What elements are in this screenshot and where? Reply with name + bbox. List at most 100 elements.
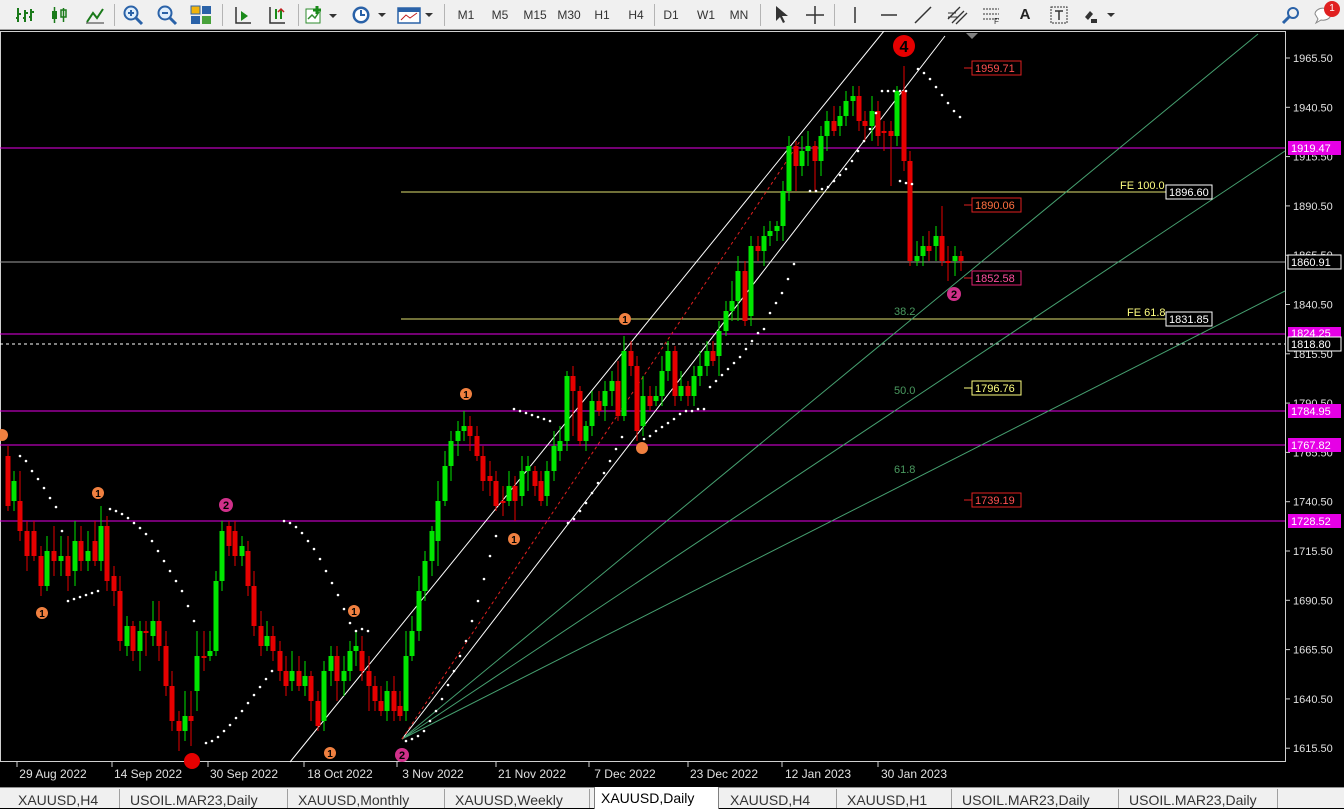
sar-dot — [910, 182, 914, 186]
chart-tab[interactable]: XAUUSD,Monthly — [292, 789, 445, 808]
timeframe-m5[interactable]: M5 — [484, 3, 516, 26]
timeframe-d1[interactable]: D1 — [656, 3, 686, 26]
sar-dot — [512, 407, 516, 411]
price-tick-label: 1640.50 — [1293, 694, 1333, 706]
candle-body — [672, 351, 678, 396]
sar-dot — [786, 277, 790, 281]
candle-body — [124, 626, 130, 646]
price-chart[interactable]: FE 100.0 FE 61.8 38.2 50.0 61.8 1 1 2 1 1 1 1 1… — [0, 31, 1344, 787]
sar-dot — [696, 407, 700, 411]
sar-dot — [42, 486, 46, 490]
horizontal-line-icon[interactable] — [876, 3, 902, 26]
date-tick-label: 29 Aug 2022 — [19, 767, 87, 781]
chart-tab[interactable]: USOIL.MAR23,Daily — [1123, 789, 1278, 808]
timeframe-m30[interactable]: M30 — [552, 3, 586, 26]
sar-dot — [488, 554, 492, 558]
line-chart-icon[interactable] — [82, 3, 108, 26]
candlesticks — [5, 66, 964, 751]
text-label-icon[interactable] — [1046, 3, 1072, 26]
sar-dot — [756, 331, 760, 335]
candle-body — [366, 671, 372, 686]
candle-body — [130, 626, 136, 651]
sar-dot — [470, 619, 474, 623]
candle-body — [359, 651, 365, 671]
candle-body — [232, 531, 238, 556]
fibonacci-icon[interactable]: F — [978, 3, 1004, 26]
autoscroll-icon[interactable] — [230, 3, 256, 26]
fibonacci-fan[interactable]: 38.2 50.0 61.8 — [401, 33, 1286, 740]
candle-body — [761, 236, 767, 251]
arrows-icon[interactable] — [1080, 3, 1118, 26]
date-tick-label: 18 Oct 2022 — [307, 767, 373, 781]
candle-body — [44, 551, 50, 586]
chart-canvas[interactable]: FE 100.0 FE 61.8 38.2 50.0 61.8 1 1 2 1 1 1 1 1… — [0, 31, 1344, 787]
sar-dot — [84, 593, 88, 597]
sar-dot — [898, 89, 902, 93]
text-icon[interactable]: A — [1012, 3, 1038, 26]
tile-windows-icon[interactable] — [188, 3, 214, 26]
clock-icon[interactable] — [350, 3, 388, 26]
chart-tab[interactable]: XAUUSD,H1 — [841, 789, 952, 808]
wave-marker — [184, 753, 200, 769]
indicator-icon[interactable] — [304, 3, 340, 26]
candle-body — [328, 656, 334, 671]
timeframe-h1[interactable]: H1 — [586, 3, 618, 26]
sar-dot — [820, 187, 824, 191]
sar-dot — [216, 735, 220, 739]
wave-marker-label: 1 — [39, 609, 45, 620]
crosshair-icon[interactable] — [802, 3, 828, 26]
sar-dot — [808, 189, 812, 193]
bar-chart-icon[interactable] — [12, 3, 38, 26]
search-icon[interactable] — [1280, 3, 1302, 26]
chart-tab[interactable]: XAUUSD,H4 — [12, 789, 120, 808]
sar-dot — [54, 505, 58, 509]
sar-dot — [318, 557, 322, 561]
candle-body — [24, 531, 30, 556]
sar-dot — [422, 729, 426, 733]
sar-dot — [536, 415, 540, 419]
chart-tab[interactable]: USOIL.MAR23,Daily — [956, 789, 1119, 808]
timeframe-m1[interactable]: M1 — [450, 3, 482, 26]
candle-body — [156, 621, 162, 646]
sar-dot — [222, 729, 226, 733]
wave-marker-label: 1 — [95, 489, 101, 500]
timeframe-m15[interactable]: M15 — [518, 3, 552, 26]
candle-body — [461, 426, 467, 431]
timeframe-mn[interactable]: MN — [722, 3, 756, 26]
chart-tab[interactable]: XAUUSD,Daily — [594, 787, 719, 809]
candle-body — [409, 631, 415, 656]
channel-icon[interactable] — [944, 3, 970, 26]
wave-marker — [636, 442, 648, 454]
vertical-line-icon[interactable] — [842, 3, 868, 26]
template-icon[interactable] — [396, 3, 434, 26]
sar-dot — [684, 409, 688, 413]
chart-tab[interactable]: XAUUSD,Weekly — [449, 789, 590, 808]
candlestick-icon[interactable] — [46, 3, 72, 26]
zoom-in-icon[interactable] — [120, 3, 146, 26]
chart-shift-icon[interactable] — [264, 3, 290, 26]
date-tick-label: 12 Jan 2023 — [785, 767, 851, 781]
zoom-out-icon[interactable] — [154, 3, 180, 26]
chart-tab[interactable]: XAUUSD,H4 — [724, 789, 837, 808]
candle-body — [596, 401, 602, 411]
notifications-icon[interactable]: 1 — [1312, 1, 1340, 26]
chart-tab[interactable]: USOIL.MAR23,Daily — [124, 789, 288, 808]
candle-body — [939, 236, 945, 261]
price-tick-label: 1965.50 — [1293, 53, 1333, 65]
svg-text:4: 4 — [900, 39, 909, 56]
sar-dot — [150, 539, 154, 543]
candle-body — [270, 636, 276, 651]
timeframe-w1[interactable]: W1 — [690, 3, 722, 26]
candle-body — [697, 366, 703, 376]
sar-dot — [90, 591, 94, 595]
candle-body — [163, 646, 169, 686]
timeframe-h4[interactable]: H4 — [620, 3, 652, 26]
sar-dot — [654, 429, 658, 433]
cursor-icon[interactable] — [768, 3, 794, 26]
trendline-icon[interactable] — [910, 3, 936, 26]
axis-1767: 1767.82 — [1291, 440, 1331, 452]
candle-body — [207, 651, 213, 656]
sar-dot — [156, 549, 160, 553]
candle-body — [551, 446, 557, 471]
candle-body — [678, 386, 684, 396]
